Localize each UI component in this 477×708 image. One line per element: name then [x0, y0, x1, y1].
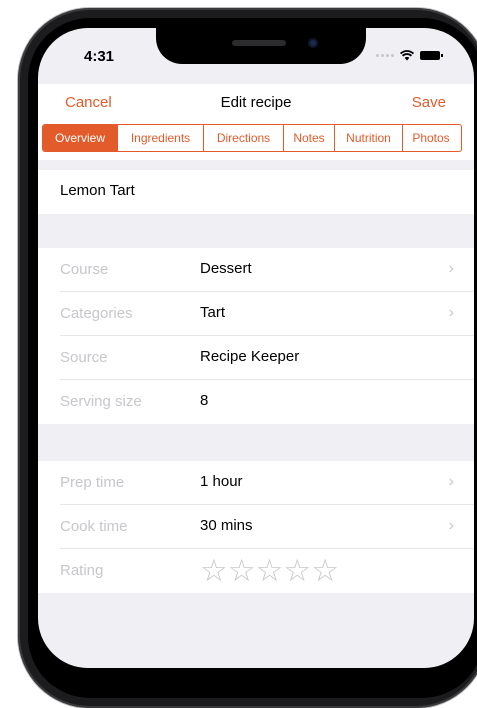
star-icon[interactable]: ☆ [228, 555, 256, 586]
categories-value: Tart [200, 304, 226, 321]
prep-time-label: Prep time [60, 474, 125, 491]
cellular-signal-icon [376, 54, 394, 57]
star-icon[interactable]: ☆ [200, 555, 228, 586]
timing-group: Prep time 1 hour › Cook time 30 mins › R… [38, 461, 474, 593]
tab-notes[interactable]: Notes [284, 125, 335, 151]
recipe-name-value: Lemon Tart [60, 182, 135, 199]
tab-ingredients[interactable]: Ingredients [118, 125, 204, 151]
tab-nutrition[interactable]: Nutrition [335, 125, 403, 151]
page-title: Edit recipe [220, 94, 292, 111]
rating-stars: ☆ ☆ ☆ ☆ ☆ [200, 555, 339, 586]
details-group: Course Dessert › Categories Tart › Sourc… [38, 248, 474, 424]
chevron-right-icon: › [448, 260, 454, 277]
cook-time-value: 30 mins [200, 517, 253, 534]
segmented-tabs: Overview Ingredients Directions Notes Nu… [42, 124, 462, 152]
chevron-right-icon: › [448, 473, 454, 490]
chevron-right-icon: › [448, 304, 454, 321]
status-icons [376, 50, 443, 61]
prep-time-value: 1 hour [200, 473, 243, 490]
chevron-right-icon: › [448, 517, 454, 534]
front-camera [308, 38, 318, 48]
categories-label: Categories [60, 305, 133, 322]
cook-time-row[interactable]: Cook time 30 mins › [38, 505, 474, 549]
device-notch [156, 28, 366, 64]
serving-size-value: 8 [200, 392, 209, 409]
tab-overview[interactable]: Overview [43, 125, 118, 151]
source-row[interactable]: Source Recipe Keeper [38, 336, 474, 380]
wifi-icon [400, 50, 414, 61]
battery-icon [420, 51, 443, 60]
tab-directions[interactable]: Directions [204, 125, 284, 151]
serving-size-row[interactable]: Serving size 8 [38, 380, 474, 424]
rating-row: Rating ☆ ☆ ☆ ☆ ☆ [38, 549, 474, 593]
serving-size-label: Serving size [60, 393, 142, 410]
cook-time-label: Cook time [60, 518, 128, 535]
speaker-grille [232, 40, 286, 46]
rating-label: Rating [60, 562, 104, 579]
course-value: Dessert [200, 260, 252, 277]
app-screen: 4:31 Cancel Edit recipe Save Overview In… [38, 28, 474, 668]
navigation-bar: Cancel Edit recipe Save [38, 84, 474, 120]
tab-photos[interactable]: Photos [403, 125, 459, 151]
prep-time-row[interactable]: Prep time 1 hour › [38, 461, 474, 505]
source-label: Source [60, 349, 108, 366]
course-row[interactable]: Course Dessert › [38, 248, 474, 292]
recipe-name-field[interactable]: Lemon Tart [38, 170, 474, 214]
star-icon[interactable]: ☆ [283, 555, 311, 586]
tab-bar-container: Overview Ingredients Directions Notes Nu… [38, 120, 474, 160]
star-icon[interactable]: ☆ [256, 555, 284, 586]
categories-row[interactable]: Categories Tart › [38, 292, 474, 336]
status-time: 4:31 [84, 48, 115, 65]
source-value: Recipe Keeper [200, 348, 300, 365]
star-icon[interactable]: ☆ [311, 555, 339, 586]
course-label: Course [60, 261, 109, 278]
save-button[interactable]: Save [412, 94, 446, 111]
